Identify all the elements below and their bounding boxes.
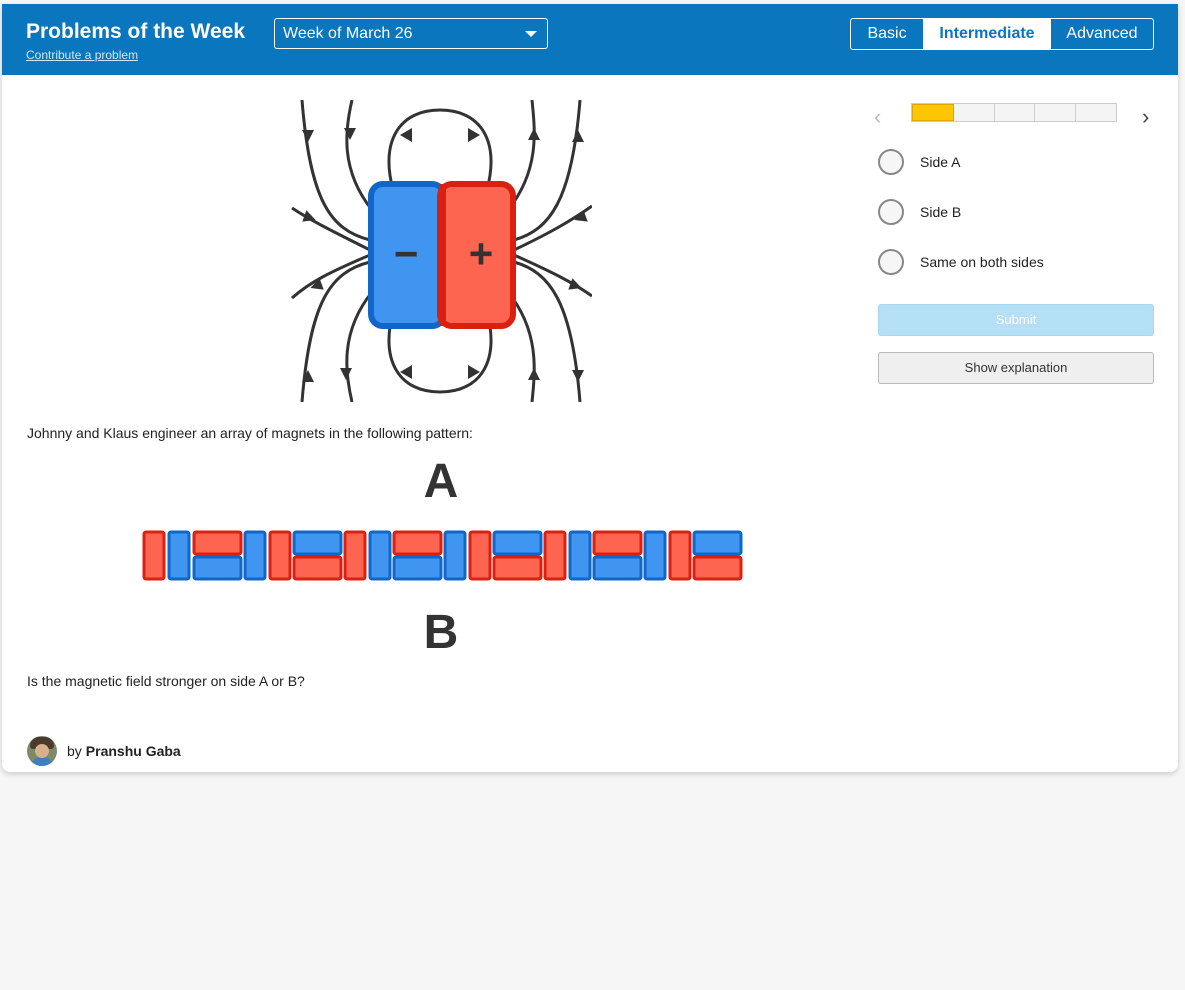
side-b-label: B: [423, 606, 459, 659]
progress-bar: [911, 103, 1117, 122]
answer-label: Side B: [920, 204, 962, 220]
progress-step[interactable]: [1035, 104, 1077, 121]
difficulty-tabs: Basic Intermediate Advanced: [850, 18, 1154, 50]
radio-button[interactable]: [878, 149, 904, 175]
magnet-array-pattern: [142, 530, 743, 581]
header-bar: Problems of the Week Contribute a proble…: [2, 4, 1178, 75]
tab-advanced[interactable]: Advanced: [1050, 19, 1153, 49]
problem-card: Problems of the Week Contribute a proble…: [2, 4, 1178, 772]
chevron-right-icon[interactable]: ›: [1142, 104, 1149, 130]
problem-text: Johnny and Klaus engineer an array of ma…: [27, 425, 473, 441]
avatar: [27, 736, 57, 766]
side-a-label: A: [423, 455, 459, 508]
progress-step[interactable]: [1076, 104, 1116, 121]
progress-step[interactable]: [994, 104, 1036, 121]
plus-sign: +: [469, 230, 494, 277]
week-dropdown-value: Week of March 26: [283, 25, 413, 42]
radio-button[interactable]: [878, 199, 904, 225]
tab-basic[interactable]: Basic: [851, 19, 923, 49]
radio-button[interactable]: [878, 249, 904, 275]
week-dropdown[interactable]: Week of March 26: [274, 18, 548, 49]
answer-option-side-a[interactable]: Side A: [878, 149, 960, 175]
page-title: Problems of the Week: [26, 20, 246, 43]
chevron-left-icon[interactable]: ‹: [874, 104, 881, 130]
answer-option-same[interactable]: Same on both sides: [878, 249, 1044, 275]
author-prefix: by: [67, 743, 82, 759]
bar-magnet-figure: − +: [291, 100, 592, 402]
minus-sign: −: [394, 230, 419, 277]
progress-step[interactable]: [912, 104, 954, 121]
answer-label: Same on both sides: [920, 254, 1044, 270]
answer-option-side-b[interactable]: Side B: [878, 199, 961, 225]
answer-label: Side A: [920, 154, 961, 170]
caret-down-icon: [525, 31, 537, 37]
author-name[interactable]: Pranshu Gaba: [86, 743, 181, 759]
contribute-link[interactable]: Contribute a problem: [26, 48, 138, 62]
submit-button[interactable]: Submit: [878, 304, 1154, 336]
question-text: Is the magnetic field stronger on side A…: [27, 673, 305, 689]
author-credit: by Pranshu Gaba: [27, 736, 181, 766]
progress-step[interactable]: [953, 104, 995, 121]
tab-intermediate[interactable]: Intermediate: [923, 19, 1050, 49]
show-explanation-button[interactable]: Show explanation: [878, 352, 1154, 384]
